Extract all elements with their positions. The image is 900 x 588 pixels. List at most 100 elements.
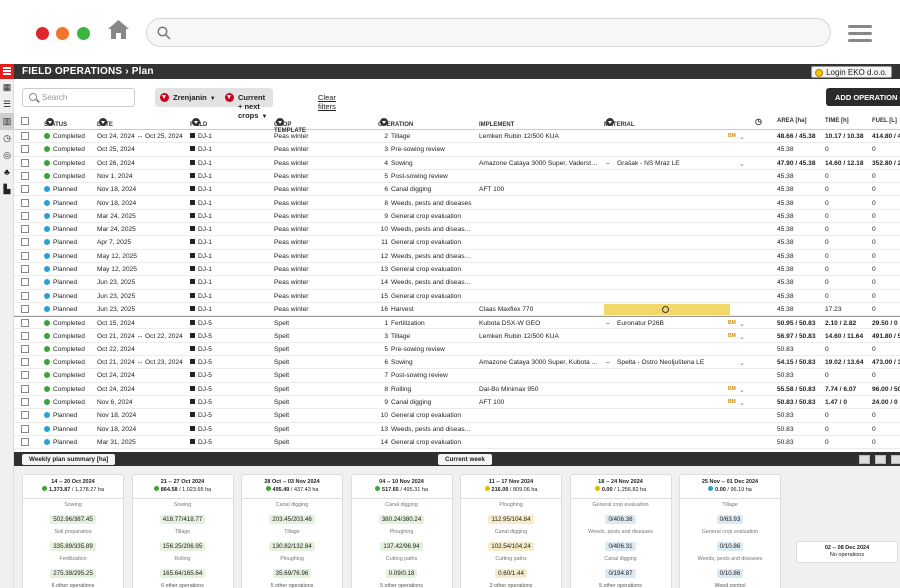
close-dot[interactable] bbox=[36, 27, 49, 40]
col-date[interactable]: DATE bbox=[97, 118, 113, 128]
current-week-button[interactable]: Current week bbox=[438, 454, 492, 465]
row-checkbox[interactable] bbox=[21, 344, 29, 353]
table-row[interactable]: Completed Nov 1, 2024 DJ-1 Peas winter 5 Post… bbox=[14, 170, 900, 184]
view-toggle-2-icon[interactable] bbox=[875, 455, 886, 464]
address-bar[interactable] bbox=[146, 18, 831, 47]
filter-icon[interactable] bbox=[380, 118, 388, 126]
week-card[interactable]: 11 -- 17 Nov 2024 216.09 / 809.06 ha Ploug… bbox=[460, 474, 562, 588]
col-status[interactable]: STATUS bbox=[44, 118, 67, 128]
field-cell[interactable]: DJ-1 bbox=[190, 226, 212, 233]
week-card[interactable]: 28 Oct -- 03 Nov 2024 495.49 / 437.43 ha C… bbox=[241, 474, 343, 588]
col-material[interactable]: MATERIAL bbox=[604, 118, 635, 128]
table-row[interactable]: Planned Jun 23, 2025 DJ-1 Peas winter 16 Harv… bbox=[14, 303, 900, 317]
field-cell[interactable]: DJ-1 bbox=[190, 305, 212, 313]
field-cell[interactable]: DJ-5 bbox=[190, 372, 212, 379]
row-checkbox[interactable] bbox=[21, 198, 29, 207]
field-cell[interactable]: DJ-5 bbox=[190, 320, 212, 327]
row-checkbox[interactable] bbox=[21, 331, 29, 340]
table-row[interactable]: Planned Nov 18, 2024 DJ-5 Spelt 10 General cr… bbox=[14, 409, 900, 423]
field-cell[interactable]: DJ-1 bbox=[190, 199, 212, 207]
crop-icon[interactable]: ♣ bbox=[0, 164, 14, 181]
location-filter-chip[interactable]: Zrenjanin ▼ bbox=[155, 88, 222, 107]
row-checkbox[interactable] bbox=[21, 424, 29, 433]
browser-menu-icon[interactable] bbox=[848, 25, 872, 43]
add-operation-button[interactable]: ADD OPERATION + bbox=[826, 88, 900, 106]
home-icon[interactable] bbox=[107, 19, 130, 40]
search-input[interactable]: Search bbox=[22, 88, 135, 107]
row-checkbox[interactable] bbox=[21, 225, 29, 234]
field-cell[interactable]: DJ-1 bbox=[190, 212, 212, 220]
row-checkbox[interactable] bbox=[21, 251, 29, 260]
row-checkbox[interactable] bbox=[21, 145, 29, 154]
table-row[interactable]: Planned Jun 23, 2025 DJ-1 Peas winter 14 Weed… bbox=[14, 276, 900, 290]
week-card[interactable]: 14 -- 20 Oct 2024 1,373.87 / 1,278.27 ha S… bbox=[22, 474, 124, 588]
table-row[interactable]: Planned May 12, 2025 DJ-1 Peas winter 12 Weed… bbox=[14, 250, 900, 263]
weekly-summary-button[interactable]: Weekly plan summary [ha] bbox=[22, 454, 116, 465]
row-checkbox[interactable] bbox=[21, 158, 29, 167]
login-button[interactable]: Login EKO d.o.o. bbox=[811, 66, 892, 78]
filter-icon[interactable] bbox=[192, 118, 200, 126]
table-row[interactable]: Completed Oct 25, 2024 DJ-1 Peas winter 3 Pre… bbox=[14, 143, 900, 157]
table-row[interactable]: Completed Nov 6, 2024 DJ-5 Spelt 9 Canal digg… bbox=[14, 396, 900, 410]
field-cell[interactable]: DJ-1 bbox=[190, 239, 212, 246]
field-cell[interactable]: DJ-1 bbox=[190, 186, 212, 193]
row-checkbox[interactable] bbox=[21, 371, 29, 380]
row-checkbox[interactable] bbox=[21, 291, 29, 300]
breadcrumb-root[interactable]: FIELD OPERATIONS bbox=[22, 66, 122, 77]
clear-filters-link[interactable]: Clear filters bbox=[318, 93, 336, 111]
chevron-down-icon[interactable]: ⌄ bbox=[739, 359, 745, 367]
view-toggle-1-icon[interactable] bbox=[859, 455, 870, 464]
week-card[interactable]: 18 -- 24 Nov 2024 0.00 / 1,256.82 ha Gener… bbox=[569, 474, 672, 588]
table-row[interactable]: Completed Oct 24, 2024 DJ-5 Spelt 8 Rolling Da… bbox=[14, 383, 900, 396]
table-row[interactable]: Completed Oct 24, 2024 DJ-5 Spelt 7 Post-sowi… bbox=[14, 369, 900, 383]
filter-icon[interactable] bbox=[99, 118, 107, 126]
row-checkbox[interactable] bbox=[21, 384, 29, 393]
col-operation[interactable]: OPERATION bbox=[378, 118, 413, 128]
operations-icon[interactable]: ▥ bbox=[0, 113, 14, 130]
col-crop[interactable]: CROP TEMPLATE bbox=[274, 118, 306, 134]
row-checkbox[interactable] bbox=[21, 278, 29, 287]
chevron-down-icon[interactable]: ⌄ bbox=[739, 320, 745, 328]
field-cell[interactable]: DJ-1 bbox=[190, 172, 212, 180]
view-toggle-3-icon[interactable] bbox=[891, 455, 900, 464]
field-cell[interactable]: DJ-1 bbox=[190, 133, 212, 140]
col-time[interactable]: TIME [h] bbox=[825, 118, 849, 124]
week-card[interactable]: 04 -- 10 Nov 2024 517.65 / 495.31 ha Canal… bbox=[350, 474, 453, 588]
table-row[interactable]: Completed Oct 15, 2024 DJ-5 Spelt 1 Fertiliza… bbox=[14, 316, 900, 330]
table-row[interactable]: Planned Mar 24, 2025 DJ-1 Peas winter 9 Gener… bbox=[14, 210, 900, 224]
table-row[interactable]: Planned Jun 23, 2025 DJ-1 Peas winter 15 Gene… bbox=[14, 290, 900, 303]
table-row[interactable]: Completed Oct 26, 2024 DJ-1 Peas winter 4 Sow… bbox=[14, 157, 900, 170]
chevron-down-icon[interactable]: ⌄ bbox=[739, 333, 745, 341]
table-row[interactable]: Planned Nov 18, 2024 DJ-1 Peas winter 6 Canal… bbox=[14, 183, 900, 197]
row-checkbox[interactable] bbox=[21, 238, 29, 247]
table-row[interactable]: Planned Mar 31, 2025 DJ-5 Spelt 14 General cr… bbox=[14, 436, 900, 450]
row-checkbox[interactable] bbox=[21, 398, 29, 406]
week-card[interactable]: 25 Nov -- 01 Dec 2024 0.00 / 96.19 ha Till… bbox=[679, 474, 781, 588]
row-checkbox[interactable] bbox=[21, 211, 29, 220]
row-checkbox[interactable] bbox=[21, 304, 29, 313]
minimize-dot[interactable] bbox=[56, 27, 69, 40]
row-checkbox[interactable] bbox=[21, 265, 29, 273]
chevron-down-icon[interactable]: ⌄ bbox=[739, 133, 745, 141]
field-cell[interactable]: DJ-1 bbox=[190, 279, 212, 286]
field-cell[interactable]: DJ-1 bbox=[190, 292, 212, 300]
field-cell[interactable]: DJ-1 bbox=[190, 159, 212, 167]
clock-icon[interactable]: ◷ bbox=[755, 117, 762, 126]
filter-icon[interactable] bbox=[276, 118, 284, 126]
week-card[interactable]: 21 -- 27 Oct 2024 864.58 / 1,023.65 ha Sow… bbox=[131, 474, 234, 588]
table-row[interactable]: Planned Mar 24, 2025 DJ-1 Peas winter 10 Weed… bbox=[14, 223, 900, 237]
field-cell[interactable]: DJ-1 bbox=[190, 252, 212, 260]
maximize-dot[interactable] bbox=[77, 27, 90, 40]
table-row[interactable]: Planned May 12, 2025 DJ-1 Peas winter 13 Gene… bbox=[14, 263, 900, 277]
filter-icon[interactable] bbox=[606, 118, 614, 126]
row-checkbox[interactable] bbox=[21, 319, 29, 328]
field-cell[interactable]: DJ-5 bbox=[190, 438, 212, 446]
field-cell[interactable]: DJ-5 bbox=[190, 332, 212, 340]
missing-material-highlight[interactable] bbox=[604, 303, 730, 315]
row-checkbox[interactable] bbox=[21, 437, 29, 446]
row-checkbox[interactable] bbox=[21, 358, 29, 367]
row-checkbox[interactable] bbox=[21, 411, 29, 420]
field-cell[interactable]: DJ-5 bbox=[190, 425, 212, 433]
field-cell[interactable]: DJ-5 bbox=[190, 385, 212, 393]
row-checkbox[interactable] bbox=[21, 171, 29, 180]
